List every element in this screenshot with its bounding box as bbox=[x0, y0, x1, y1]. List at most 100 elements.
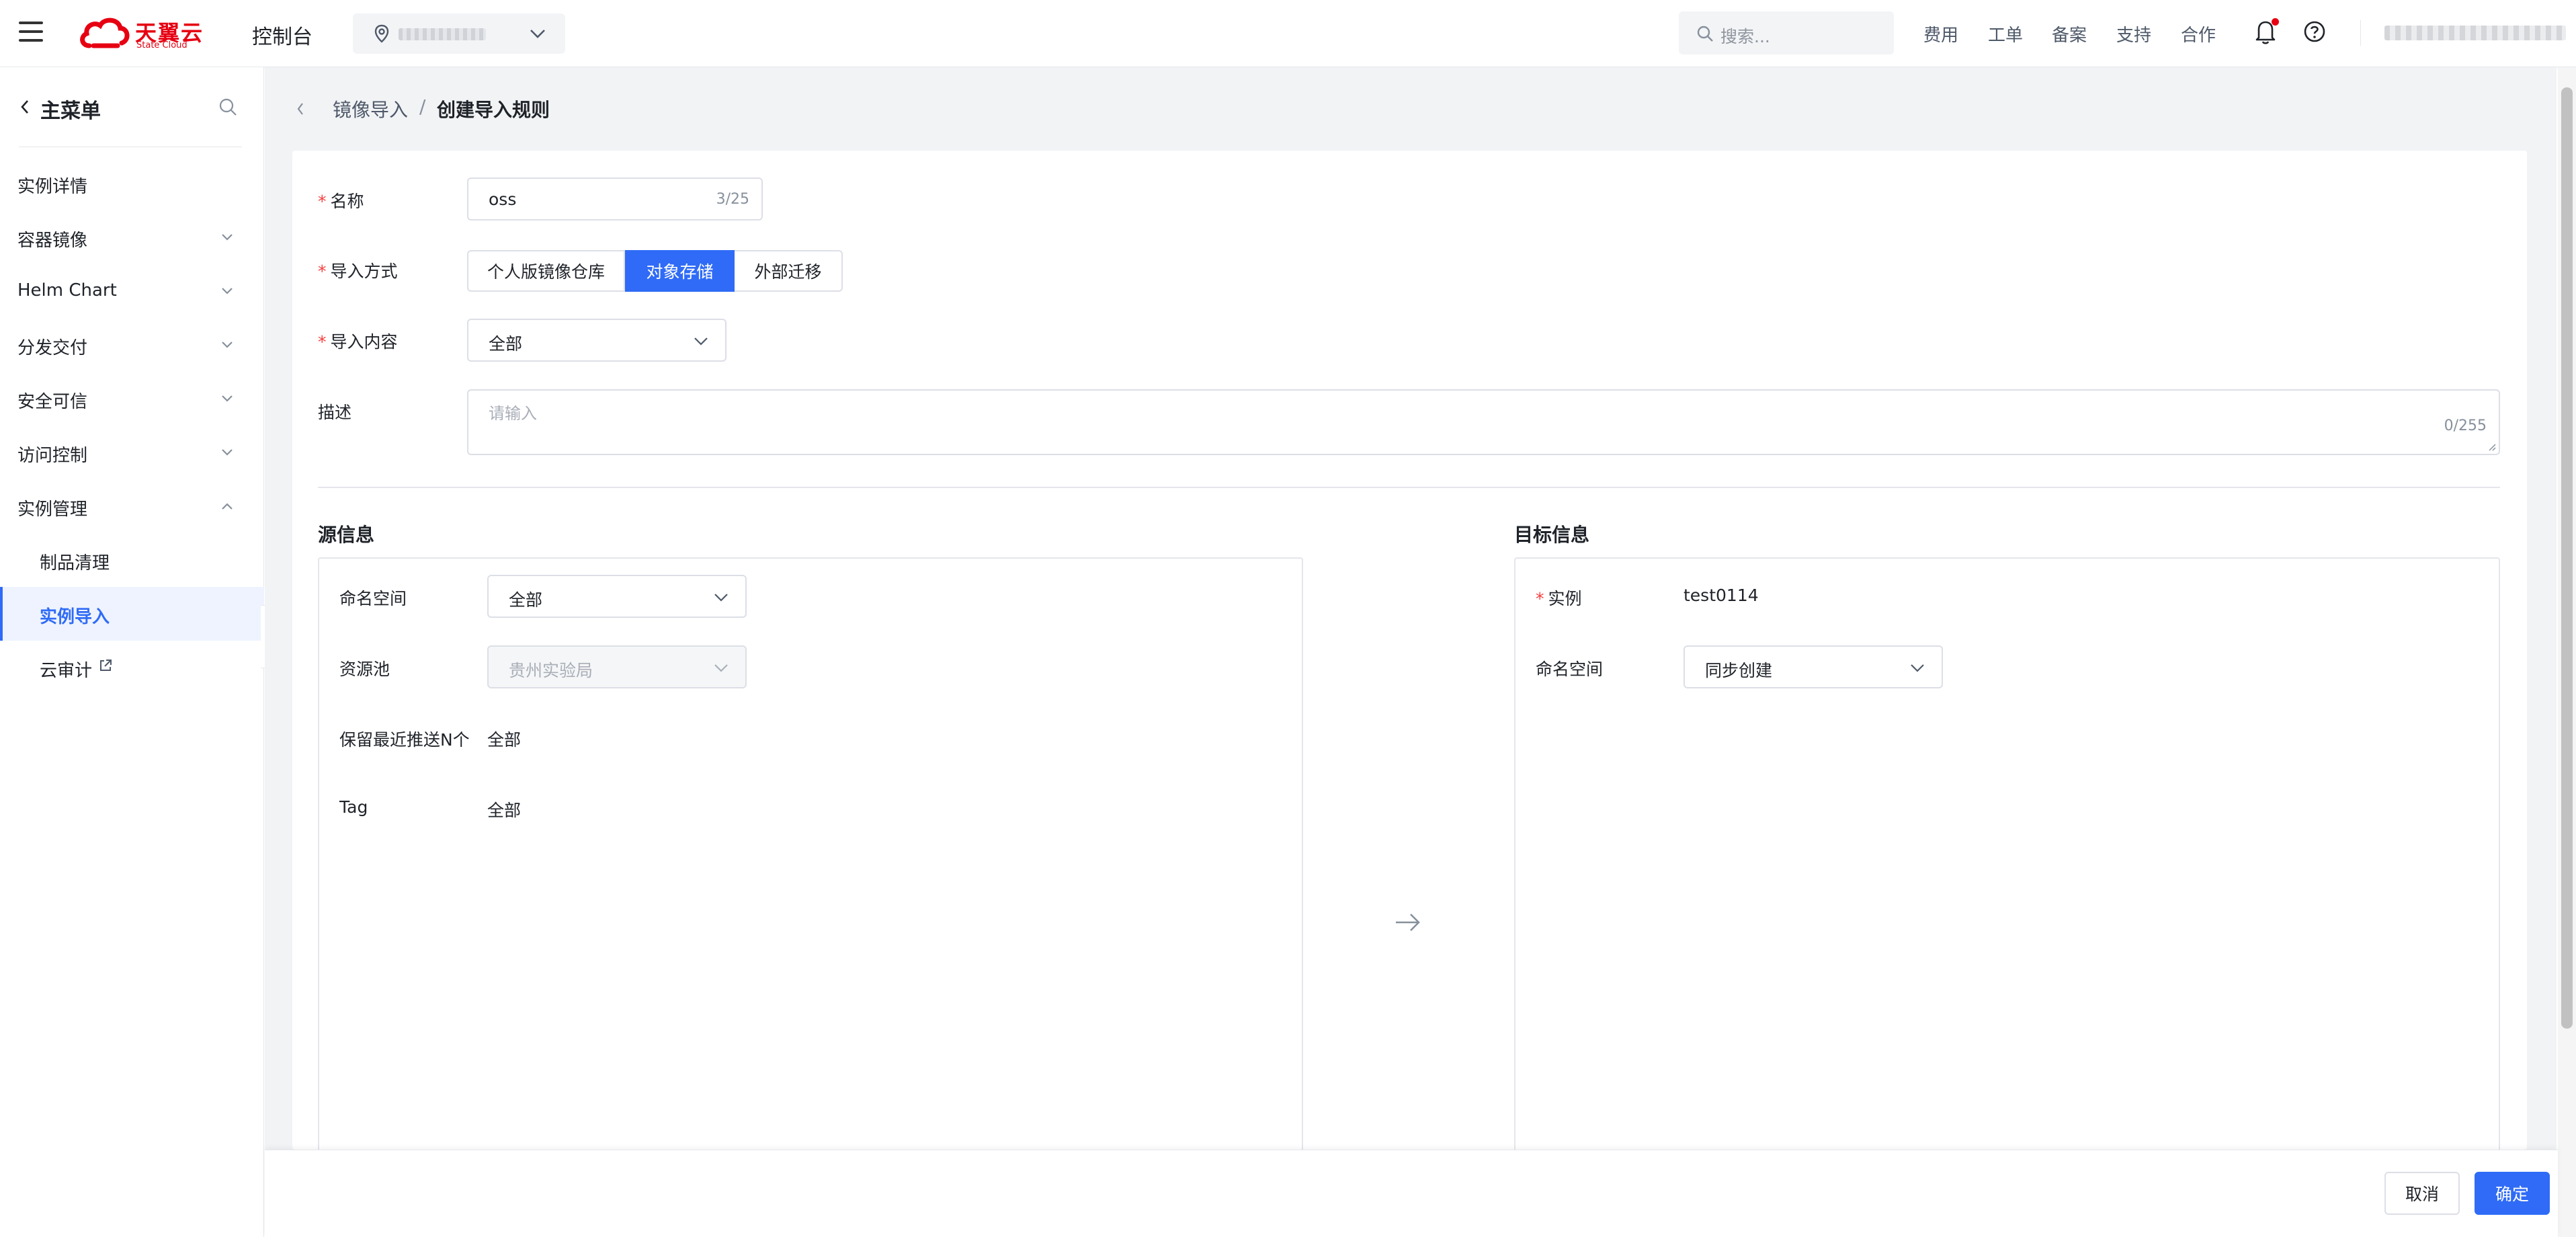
description-textarea[interactable]: 请输入 0/255 bbox=[467, 389, 2500, 455]
keep-recent-label: 保留最近推送N个 bbox=[339, 730, 470, 750]
source-namespace-label: 命名空间 bbox=[339, 589, 407, 608]
region-name-redacted bbox=[399, 28, 486, 40]
nav-link-partner[interactable]: 合作 bbox=[2181, 22, 2216, 46]
method-option-personal-registry[interactable]: 个人版镜像仓库 bbox=[467, 250, 625, 292]
chevron-down-icon bbox=[530, 30, 545, 38]
breadcrumb-separator: / bbox=[419, 95, 426, 118]
required-asterisk: * bbox=[318, 192, 327, 211]
name-label-text: 名称 bbox=[330, 192, 364, 211]
source-namespace-value: 全部 bbox=[509, 590, 543, 610]
cloud-logo-icon bbox=[80, 17, 130, 48]
source-info-title: 源信息 bbox=[318, 524, 375, 546]
back-chevron-icon[interactable] bbox=[296, 101, 305, 117]
resize-handle-icon[interactable] bbox=[2487, 442, 2496, 451]
required-asterisk: * bbox=[318, 332, 327, 352]
name-label: * 名称 bbox=[318, 188, 364, 212]
form-footer: 取消 确定 bbox=[265, 1150, 2558, 1237]
source-namespace-select[interactable]: 全部 bbox=[487, 575, 747, 618]
chevron-down-icon bbox=[222, 234, 233, 241]
global-search-input[interactable]: 搜索... bbox=[1679, 11, 1894, 54]
sidebar-title: 主菜单 bbox=[40, 99, 101, 123]
chevron-down-icon bbox=[694, 337, 708, 346]
nav-link-tickets[interactable]: 工单 bbox=[1988, 22, 2023, 46]
sidebar-item-label: 容器镜像 bbox=[17, 231, 88, 251]
sidebar-item-label: 实例导入 bbox=[40, 607, 110, 627]
arrow-right-icon bbox=[1396, 914, 1420, 931]
user-account-redacted[interactable] bbox=[2384, 26, 2566, 40]
resource-pool-select: 贵州实验局 bbox=[487, 645, 747, 688]
target-namespace-label: 命名空间 bbox=[1536, 660, 1604, 679]
required-asterisk: * bbox=[1536, 589, 1544, 608]
import-content-label-text: 导入内容 bbox=[330, 332, 398, 352]
cancel-button[interactable]: 取消 bbox=[2384, 1172, 2460, 1215]
sidebar: 主菜单 实例详情 容器镜像 Helm Chart 分发交付 安全可信 访问控制 … bbox=[0, 67, 264, 1237]
nav-link-billing[interactable]: 费用 bbox=[1923, 22, 1958, 46]
chevron-down-icon bbox=[222, 342, 233, 348]
external-link-icon bbox=[100, 660, 112, 671]
target-namespace-value: 同步创建 bbox=[1705, 661, 1773, 680]
import-content-value: 全部 bbox=[489, 334, 523, 354]
chevron-down-icon bbox=[222, 449, 233, 456]
confirm-button[interactable]: 确定 bbox=[2475, 1172, 2550, 1215]
sidebar-item-cloud-audit[interactable]: 云审计 bbox=[0, 641, 264, 694]
logo-subtitle: State Cloud bbox=[136, 40, 188, 50]
import-content-label: * 导入内容 bbox=[318, 329, 398, 353]
help-icon[interactable] bbox=[2303, 20, 2326, 43]
sidebar-item-instance-import[interactable]: 实例导入 bbox=[0, 587, 264, 641]
search-placeholder: 搜索... bbox=[1720, 27, 1770, 46]
logo[interactable]: 天翼云 State Cloud bbox=[77, 13, 205, 54]
breadcrumb-current: 创建导入规则 bbox=[437, 99, 550, 121]
form-divider bbox=[318, 487, 2500, 488]
sidebar-item-helm-chart[interactable]: Helm Chart bbox=[0, 264, 264, 318]
method-option-external-migration[interactable]: 外部迁移 bbox=[735, 250, 843, 292]
sidebar-item-distribution[interactable]: 分发交付 bbox=[0, 318, 264, 372]
sidebar-item-artifact-cleanup[interactable]: 制品清理 bbox=[0, 533, 264, 587]
sidebar-item-container-images[interactable]: 容器镜像 bbox=[0, 210, 264, 264]
target-instance-value: test0114 bbox=[1684, 586, 1759, 605]
sidebar-header: 主菜单 bbox=[0, 67, 264, 147]
target-info-panel: * 实例 test0114 命名空间 同步创建 bbox=[1514, 557, 2500, 1150]
chevron-up-icon bbox=[222, 503, 233, 510]
tag-label: Tag bbox=[339, 797, 368, 817]
nav-link-support[interactable]: 支持 bbox=[2116, 22, 2151, 46]
chevron-down-icon bbox=[222, 395, 233, 402]
name-input[interactable]: oss 3/25 bbox=[467, 177, 763, 221]
description-label: 描述 bbox=[318, 403, 352, 422]
target-instance-label-text: 实例 bbox=[1548, 589, 1582, 608]
hamburger-menu-icon[interactable] bbox=[19, 22, 43, 43]
nav-link-filing[interactable]: 备案 bbox=[2052, 22, 2087, 46]
chevron-down-icon bbox=[222, 288, 233, 294]
sidebar-item-security[interactable]: 安全可信 bbox=[0, 372, 264, 426]
search-icon[interactable] bbox=[218, 97, 238, 117]
keep-recent-value: 全部 bbox=[487, 730, 522, 750]
region-selector[interactable] bbox=[353, 13, 565, 54]
resource-pool-label: 资源池 bbox=[339, 660, 390, 679]
import-content-select[interactable]: 全部 bbox=[467, 319, 726, 362]
name-char-count: 3/25 bbox=[716, 191, 749, 208]
resource-pool-value: 贵州实验局 bbox=[509, 661, 593, 680]
create-import-rule-form: * 名称 oss 3/25 * 导入方式 个人版镜像仓库 对象存储 外部迁移 * 导入… bbox=[292, 151, 2527, 1150]
sidebar-item-label: 制品清理 bbox=[40, 553, 110, 573]
import-method-label: * 导入方式 bbox=[318, 258, 398, 282]
sidebar-item-access-control[interactable]: 访问控制 bbox=[0, 426, 264, 479]
method-option-object-storage[interactable]: 对象存储 bbox=[625, 250, 735, 292]
sidebar-item-label: 安全可信 bbox=[17, 392, 88, 412]
sidebar-item-label: 实例详情 bbox=[17, 177, 88, 197]
target-namespace-select[interactable]: 同步创建 bbox=[1684, 645, 1943, 688]
description-placeholder: 请输入 bbox=[489, 404, 537, 423]
sidebar-item-instance-management[interactable]: 实例管理 bbox=[0, 479, 264, 533]
source-info-panel: 命名空间 全部 资源池 贵州实验局 保留最近推送N个 全部 Tag 全部 bbox=[318, 557, 1303, 1150]
chevron-down-icon bbox=[714, 664, 728, 672]
sidebar-item-label: 访问控制 bbox=[17, 446, 88, 466]
topbar-divider bbox=[2360, 20, 2361, 46]
search-icon bbox=[1697, 26, 1713, 42]
scrollbar-thumb[interactable] bbox=[2561, 87, 2573, 1029]
chevron-down-icon bbox=[1911, 664, 1924, 672]
import-method-label-text: 导入方式 bbox=[330, 262, 398, 281]
sidebar-item-label: 云审计 bbox=[40, 661, 93, 681]
console-title[interactable]: 控制台 bbox=[252, 20, 313, 50]
sidebar-item-instance-details[interactable]: 实例详情 bbox=[0, 157, 264, 210]
breadcrumb-parent-link[interactable]: 镜像导入 bbox=[333, 95, 408, 122]
chevron-left-icon[interactable] bbox=[19, 98, 31, 116]
chevron-down-icon bbox=[714, 594, 728, 602]
